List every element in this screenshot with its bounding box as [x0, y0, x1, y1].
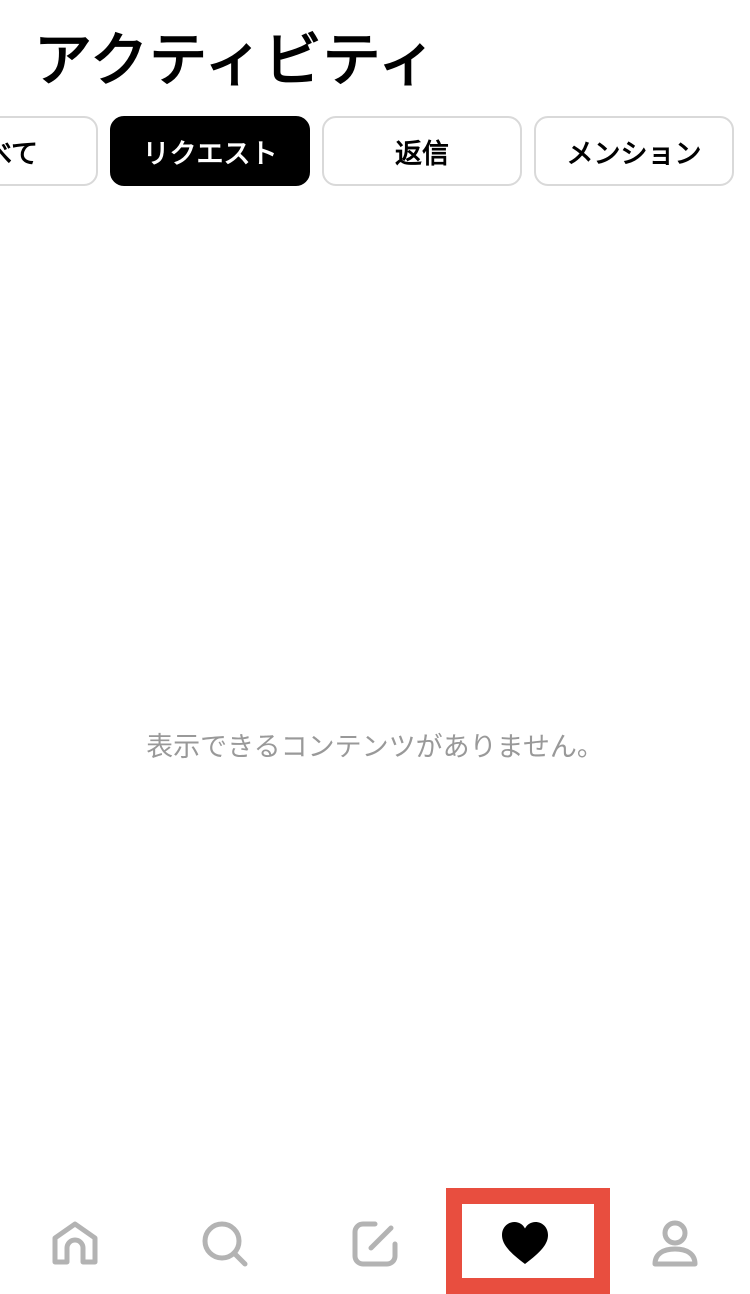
tab-requests[interactable]: リクエスト [110, 116, 310, 186]
bottom-navigation [0, 1190, 750, 1294]
nav-profile-button[interactable] [635, 1204, 715, 1284]
tab-replies[interactable]: 返信 [322, 116, 522, 186]
activity-filter-tabs: すべて リクエスト 返信 メンション [0, 116, 750, 188]
nav-search-button[interactable] [185, 1204, 265, 1284]
tab-requests-label: リクエスト [142, 138, 278, 170]
page-title: アクティビティ [34, 26, 438, 94]
compose-icon [352, 1221, 398, 1267]
tab-mentions-label: メンション [566, 138, 702, 170]
nav-home-button[interactable] [35, 1204, 115, 1284]
tab-all[interactable]: すべて [0, 116, 98, 186]
search-icon [202, 1221, 248, 1267]
heart-icon [502, 1222, 548, 1264]
home-icon [52, 1221, 98, 1265]
tab-mentions[interactable]: メンション [534, 116, 734, 186]
tab-replies-label: 返信 [395, 138, 449, 170]
nav-activity-button[interactable] [485, 1204, 565, 1284]
activity-screen: アクティビティ すべて リクエスト 返信 メンション 表示できるコンテンツがあり… [0, 0, 750, 1294]
profile-icon [652, 1220, 698, 1267]
tab-all-label: すべて [0, 138, 38, 170]
empty-state-message: 表示できるコンテンツがありません。 [146, 732, 604, 763]
nav-compose-button[interactable] [335, 1204, 415, 1284]
